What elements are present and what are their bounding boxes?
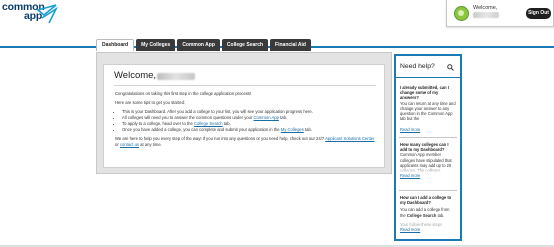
- need-help-title: Need help?: [400, 63, 435, 70]
- faq-question[interactable]: How many colleges can I add to my Dashbo…: [400, 142, 456, 152]
- faq-item: How can I add a college to my Dashboard?…: [400, 195, 456, 232]
- common-app-link[interactable]: Common App: [254, 115, 279, 120]
- common-app-logo[interactable]: common app: [2, 2, 62, 27]
- tab-college-search[interactable]: College Search: [221, 39, 269, 51]
- avatar[interactable]: [454, 6, 469, 21]
- read-more-link[interactable]: Read more: [400, 173, 456, 178]
- divider: [399, 137, 457, 138]
- faq-answer: You can add a college from the College S…: [400, 207, 450, 218]
- list-item: Once you have added a college, you can c…: [122, 127, 377, 133]
- main-tabs: Dashboard My Colleges Common App College…: [96, 39, 311, 51]
- divider: [399, 190, 457, 191]
- user-account-box: Welcome, Sign Out: [446, 0, 554, 27]
- tab-common-app[interactable]: Common App: [177, 39, 220, 51]
- need-help-header: Need help?: [396, 56, 460, 78]
- applicant-solutions-link[interactable]: Applicant Solutions Center: [325, 136, 374, 141]
- congrats-text: Congratulations on taking this first ste…: [115, 91, 252, 96]
- faq-question[interactable]: How can I add a college to my Dashboard?: [400, 195, 456, 205]
- tab-my-colleges[interactable]: My Colleges: [136, 39, 176, 51]
- help-text: We are here to help you every step of th…: [115, 135, 375, 147]
- need-help-sidebar: Need help? I already submitted, can I ch…: [394, 54, 462, 241]
- faq-answer-faded: Your follow-these steps: [400, 221, 443, 227]
- read-more-link[interactable]: Read more: [400, 227, 456, 232]
- tab-dashboard[interactable]: Dashboard: [96, 39, 135, 51]
- search-icon[interactable]: [447, 64, 454, 71]
- read-more-link[interactable]: Read more: [400, 127, 456, 132]
- list-item: To apply to a college, head over to the …: [122, 121, 377, 127]
- sign-out-button[interactable]: Sign Out: [526, 8, 551, 19]
- redacted-user-name: [157, 73, 195, 80]
- tips-intro: Here are some tips to get you started:: [115, 99, 186, 105]
- faq-item: I already submitted, can I change some o…: [400, 85, 456, 132]
- tips-list: This is your Dashboard. After you add a …: [122, 109, 377, 133]
- list-item: All colleges will need you to answer the…: [122, 115, 377, 121]
- dashboard-panel: Welcome, Congratulations on taking this …: [96, 52, 392, 174]
- college-search-link[interactable]: College Search: [194, 121, 223, 126]
- welcome-label: Welcome,: [473, 5, 498, 11]
- faq-item: How many colleges can I add to my Dashbo…: [400, 142, 456, 179]
- page-title: Welcome,: [114, 70, 157, 81]
- welcome-card: Welcome, Congratulations on taking this …: [103, 64, 385, 168]
- divider: [114, 85, 376, 86]
- my-colleges-link[interactable]: My Colleges: [281, 127, 304, 132]
- logo-swoosh-icon: [36, 4, 58, 24]
- faq-answer: You can return at any time and change yo…: [400, 100, 456, 122]
- welcome-text: Congratulations on taking this first ste…: [115, 91, 377, 150]
- contact-us-link[interactable]: contact us: [120, 142, 139, 147]
- redacted-user-id: [473, 12, 499, 18]
- list-item: This is your Dashboard. After you add a …: [122, 109, 377, 115]
- faq-question[interactable]: I already submitted, can I change some o…: [400, 85, 456, 101]
- tab-financial-aid[interactable]: Financial Aid: [270, 39, 311, 51]
